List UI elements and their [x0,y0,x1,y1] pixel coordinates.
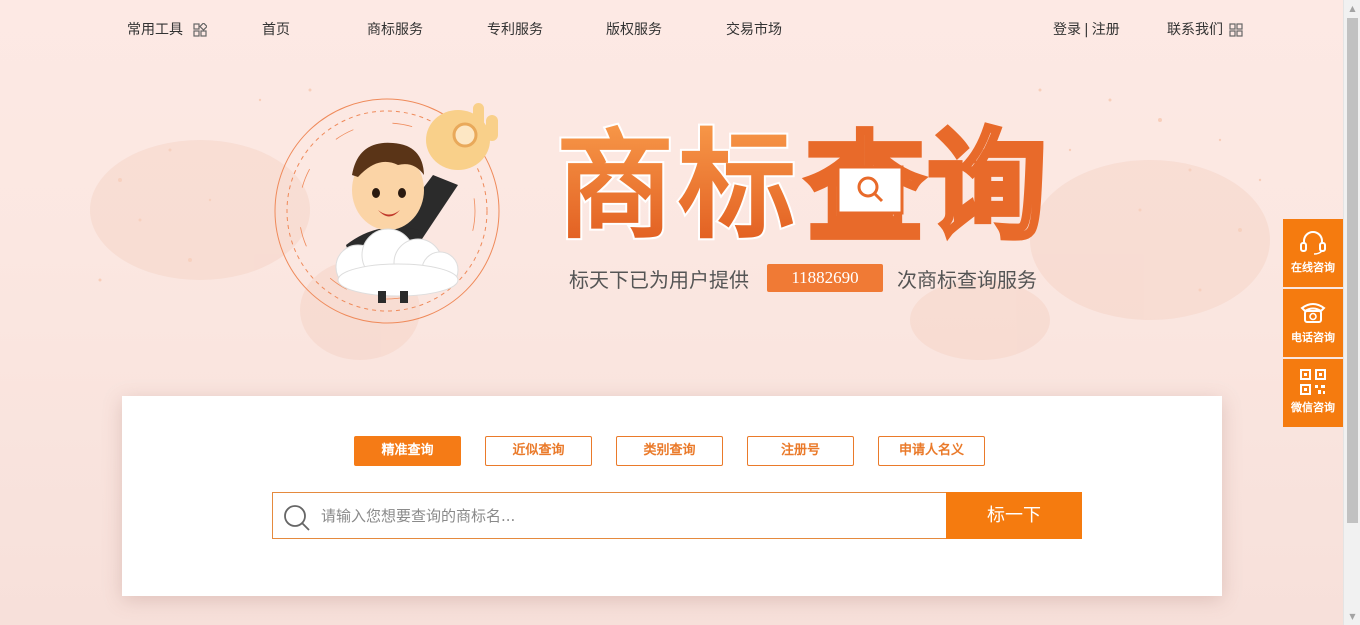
page-scrollbar[interactable]: ▲ ▼ [1343,0,1360,625]
phone-consult-button[interactable]: 电话咨询 [1283,289,1343,357]
headset-icon [1300,231,1326,255]
scroll-down-arrow-icon[interactable]: ▼ [1344,608,1360,625]
wechat-consult-label: 微信咨询 [1291,401,1335,414]
hero-tagline: 标天下已为用户提供 11882690 次商标查询服务 [569,264,1037,292]
top-navigation: 常用工具 首页 商标服务 专利服务 版权服务 交易市场 登录 | 注册 联系我们 [0,0,1343,60]
tab-registration-number[interactable]: 注册号 [747,436,854,466]
search-button[interactable]: 标一下 [946,492,1082,539]
tab-similar-search[interactable]: 近似查询 [485,436,592,466]
nav-common-tools-label: 常用工具 [127,22,183,38]
tab-applicant-name[interactable]: 申请人名义 [878,436,985,466]
tagline-prefix: 标天下已为用户提供 [569,267,749,292]
phone-consult-label: 电话咨询 [1291,331,1335,344]
online-consult-label: 在线咨询 [1291,261,1335,274]
tab-exact-search[interactable]: 精准查询 [354,436,461,466]
floating-contact-sidebar: 在线咨询 电话咨询 微信咨询 [1283,219,1343,429]
tagline-suffix: 次商标查询服务 [897,267,1037,292]
hero-title-logo: 商 标 查 询 [556,115,1049,248]
register-link[interactable]: 注册 [1092,22,1120,38]
phone-icon [1300,303,1326,323]
nav-common-tools[interactable]: 常用工具 [127,21,208,39]
qrcode-icon [1229,23,1244,37]
search-box: 标一下 [272,492,1082,539]
online-consult-button[interactable]: 在线咨询 [1283,219,1343,287]
nav-contact-us[interactable]: 联系我们 [1167,21,1244,39]
nav-contact-us-label: 联系我们 [1167,22,1223,38]
nav-trademark-service[interactable]: 商标服务 [367,21,423,39]
mascot-illustration [335,103,498,303]
search-panel: 精准查询 近似查询 类别查询 注册号 申请人名义 标一下 [122,396,1222,596]
scrollbar-thumb[interactable] [1347,18,1358,523]
nav-trading-market[interactable]: 交易市场 [726,21,782,39]
login-link[interactable]: 登录 [1053,22,1081,38]
tab-category-search[interactable]: 类别查询 [616,436,723,466]
qrcode-icon [1300,369,1326,395]
auth-separator: | [1084,22,1089,38]
svg-text:标: 标 [678,117,796,247]
scroll-up-arrow-icon[interactable]: ▲ [1344,0,1360,17]
svg-text:询: 询 [928,117,1046,247]
grid-icon [193,23,208,37]
wechat-consult-button[interactable]: 微信咨询 [1283,359,1343,427]
nav-copyright-service[interactable]: 版权服务 [606,21,662,39]
search-icon [284,505,310,531]
nav-patent-service[interactable]: 专利服务 [487,21,543,39]
query-count-badge: 11882690 [767,264,883,292]
svg-text:商: 商 [556,117,674,247]
auth-links: 登录 | 注册 [1053,21,1120,39]
trademark-search-input[interactable] [321,493,941,538]
nav-home[interactable]: 首页 [262,21,290,39]
